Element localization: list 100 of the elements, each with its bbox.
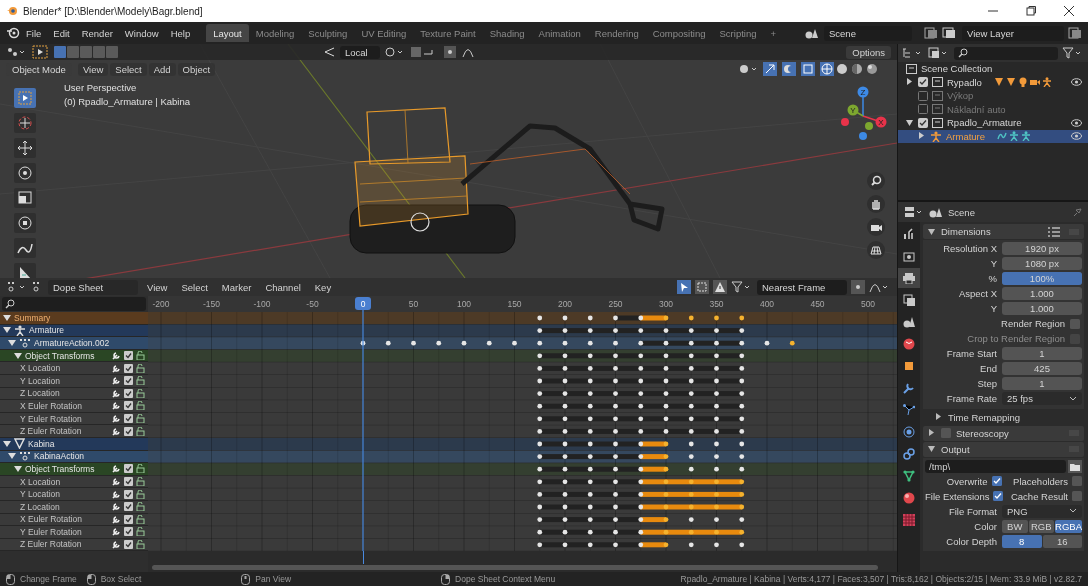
panel-title: Output <box>941 443 970 455</box>
field-label: Aspect X <box>957 288 997 300</box>
number-field[interactable]: 1 <box>1002 347 1082 361</box>
channel-label: Z Euler Rotation <box>20 426 82 437</box>
frame-tick-label: -50 <box>306 299 319 309</box>
number-field[interactable]: 1920 px <box>1002 242 1082 256</box>
menu-item[interactable]: Channel <box>260 281 306 293</box>
workspace-tab[interactable]: Layout <box>206 24 249 42</box>
view-layer-field[interactable]: View Layer <box>962 25 1064 41</box>
outliner-item-label: Rpadlo_Armature <box>947 117 1022 129</box>
viewport-info-text: User Perspective <box>64 82 138 93</box>
channel-row[interactable]: Summary <box>0 312 148 325</box>
panel-title: Stereoscopy <box>956 427 1009 439</box>
menu-item[interactable]: Key <box>309 281 337 293</box>
panel-header[interactable]: Dimensions <box>923 224 1084 239</box>
panel-header[interactable]: Time Remapping <box>923 409 1084 425</box>
window-title: Blender* [D:\Blender\Modely\Bagr.blend] <box>23 5 203 17</box>
frame-tick-label: -100 <box>253 299 271 309</box>
number-field[interactable]: 1080 px <box>1002 257 1082 271</box>
checkbox-label: Overwrite <box>946 475 988 487</box>
menu-item[interactable]: View <box>142 281 173 293</box>
menu-item[interactable]: Select <box>176 281 213 293</box>
segment-button[interactable]: 8 <box>1002 534 1042 548</box>
outliner-item-label: Rypadlo <box>947 76 982 88</box>
workspace-tab[interactable]: Compositing <box>645 24 713 42</box>
current-frame-indicator[interactable]: 0 <box>355 297 371 310</box>
mode-dropdown[interactable]: Dope Sheet <box>48 279 138 295</box>
channel-label: Y Euler Rotation <box>20 526 82 537</box>
field-label: Frame Rate <box>945 393 997 405</box>
channel-label: Summary <box>14 312 51 323</box>
channel-row[interactable]: Z Euler Rotation <box>0 425 148 438</box>
field-label: Color <box>973 520 997 532</box>
add-workspace-button[interactable]: + <box>763 24 784 42</box>
channel-label: Y Euler Rotation <box>20 413 82 424</box>
frame-tick-label: 100 <box>456 299 472 309</box>
outliner-row[interactable]: Rpadlo_Armature <box>898 116 1088 130</box>
status-hint: Box Select <box>100 574 142 584</box>
workspace-tab[interactable]: UV Editing <box>354 24 414 42</box>
frame-tick-label: 250 <box>608 299 623 309</box>
frame-tick-label: -200 <box>152 299 170 309</box>
panel-header[interactable]: Output <box>923 441 1084 457</box>
dropdown[interactable]: PNG <box>1002 504 1082 518</box>
workspace-tab[interactable]: Shading <box>482 24 532 42</box>
field-label: File Format <box>947 505 997 517</box>
field-label: Y <box>989 258 997 270</box>
channel-row[interactable]: X Location <box>0 362 148 375</box>
channel-row[interactable]: ArmatureAction.002 <box>0 337 148 350</box>
number-field[interactable]: 1 <box>1002 377 1082 391</box>
workspace-tab[interactable]: Modeling <box>248 24 302 42</box>
checkbox-label: Cache Result <box>1010 490 1068 502</box>
channel-label: X Euler Rotation <box>20 400 82 411</box>
status-hint: Change Frame <box>20 574 77 584</box>
menu-item[interactable]: Marker <box>216 281 257 293</box>
dropdown[interactable]: 25 fps <box>1002 392 1082 406</box>
channel-label: Z Location <box>20 501 60 512</box>
number-field[interactable]: 1.000 <box>1002 302 1082 316</box>
workspace-tab[interactable]: Texture Paint <box>413 24 483 42</box>
workspace-tab[interactable]: Animation <box>531 24 588 42</box>
channel-row[interactable]: Object Transforms <box>0 463 148 476</box>
field-label: Resolution X <box>942 243 997 255</box>
outliner-item-label: Nákladní auto <box>947 103 1006 115</box>
menu-item[interactable]: Help <box>164 27 197 39</box>
workspace-tab[interactable]: Sculpting <box>301 24 355 42</box>
channel-row[interactable]: Y Location <box>0 488 148 501</box>
menu-item[interactable]: Window <box>118 27 165 39</box>
axis-gizmo[interactable]: X Y Z <box>839 80 891 142</box>
channel-label: ArmatureAction.002 <box>34 338 110 348</box>
scene-field[interactable]: Scene <box>824 25 912 41</box>
menu-item[interactable]: File <box>20 27 48 39</box>
path-field[interactable]: /tmp\ <box>925 459 1066 473</box>
outliner-row[interactable]: Rypadlo <box>898 75 1088 89</box>
number-field[interactable]: 1.000 <box>1002 287 1082 301</box>
panel-header[interactable]: Stereoscopy <box>923 425 1084 441</box>
checkbox-label: File Extensions <box>925 490 990 502</box>
panel-title: Dimensions <box>941 226 991 237</box>
frame-tick-label: 150 <box>507 299 522 309</box>
segment-button[interactable]: 16 <box>1042 534 1082 548</box>
checkbox-label: Render Region <box>1001 318 1065 330</box>
snap-dropdown[interactable]: Nearest Frame <box>757 279 847 295</box>
menu-item[interactable]: Edit <box>47 27 76 39</box>
channel-label: Z Euler Rotation <box>20 539 82 550</box>
menu-item[interactable]: Render <box>75 27 119 39</box>
channel-row[interactable]: Y Euler Rotation <box>0 526 148 539</box>
channel-row[interactable]: X Euler Rotation <box>0 400 148 413</box>
checkbox-label: Placeholders <box>1013 475 1068 487</box>
channel-label: Kabina <box>28 438 55 449</box>
status-hint: Dope Sheet Context Menu <box>455 574 556 584</box>
channel-label: X Euler Rotation <box>20 514 82 525</box>
segment-button[interactable]: RGBA <box>1055 519 1082 533</box>
workspace-tab[interactable]: Rendering <box>587 24 646 42</box>
number-field[interactable]: 425 <box>1002 362 1082 376</box>
transform-orientation-dropdown[interactable]: Local <box>340 45 380 59</box>
workspace-tab[interactable]: Scripting <box>712 24 764 42</box>
scene-collection-label: Scene Collection <box>921 63 993 75</box>
outliner-row[interactable]: Armature <box>898 129 1088 143</box>
segment-button[interactable]: RGB <box>1028 519 1055 533</box>
options-dropdown[interactable]: Options <box>846 45 891 59</box>
segment-button[interactable]: BW <box>1002 519 1028 533</box>
channel-label: Y Location <box>20 489 60 500</box>
frame-tick-label: 450 <box>810 299 825 309</box>
